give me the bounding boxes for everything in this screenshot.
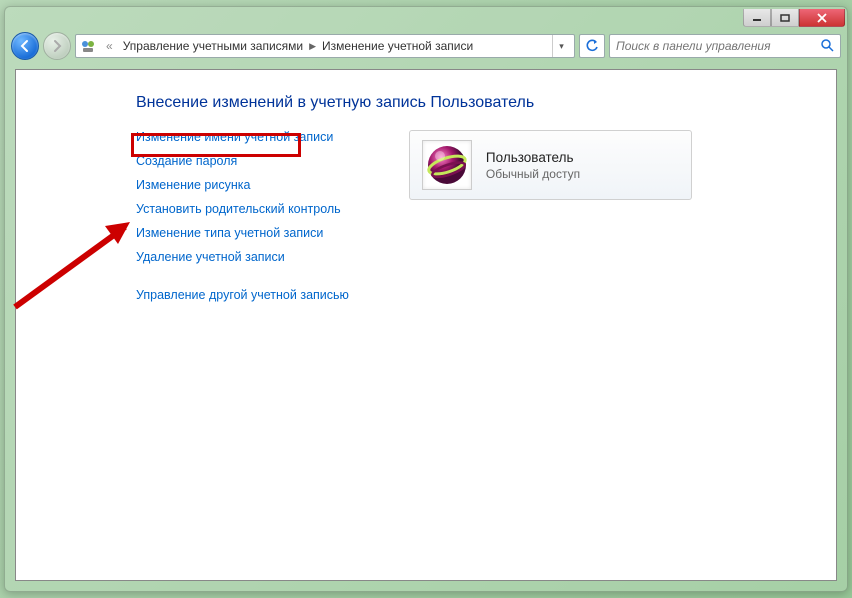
control-panel-icon [80, 38, 96, 54]
breadcrumb-separator-icon: ▶ [309, 41, 316, 52]
link-manage-other[interactable]: Управление другой учетной записью [136, 288, 349, 302]
arrow-left-icon [18, 39, 32, 53]
action-links: Изменение имени учетной записи Создание … [136, 130, 349, 302]
search-input[interactable] [616, 39, 816, 53]
close-button[interactable] [799, 9, 845, 27]
titlebar [5, 7, 847, 29]
forward-button[interactable] [43, 32, 71, 60]
maximize-icon [780, 14, 790, 22]
page-title: Внесение изменений в учетную запись Поль… [136, 94, 836, 112]
link-change-picture[interactable]: Изменение рисунка [136, 178, 349, 192]
avatar [422, 140, 472, 190]
window-frame: « Управление учетными записями ▶ Изменен… [4, 6, 848, 592]
link-delete-account[interactable]: Удаление учетной записи [136, 250, 349, 264]
refresh-icon [585, 39, 599, 53]
arrow-right-icon [50, 39, 64, 53]
navbar: « Управление учетными записями ▶ Изменен… [5, 29, 847, 63]
link-change-name[interactable]: Изменение имени учетной записи [136, 130, 349, 144]
search-icon [820, 38, 834, 55]
search-box[interactable] [609, 34, 841, 58]
breadcrumb-level2[interactable]: Изменение учетной записи [322, 39, 473, 53]
content-pane: Внесение изменений в учетную запись Поль… [15, 69, 837, 581]
link-change-type[interactable]: Изменение типа учетной записи [136, 226, 349, 240]
address-bar[interactable]: « Управление учетными записями ▶ Изменен… [75, 34, 575, 58]
link-parental-controls[interactable]: Установить родительский контроль [136, 202, 349, 216]
breadcrumb-prefix: « [102, 39, 117, 53]
user-type: Обычный доступ [486, 167, 580, 181]
minimize-button[interactable] [743, 9, 771, 27]
user-card: Пользователь Обычный доступ [409, 130, 692, 200]
close-icon [816, 13, 828, 23]
breadcrumb-level1[interactable]: Управление учетными записями [123, 39, 303, 53]
user-name: Пользователь [486, 150, 580, 165]
refresh-button[interactable] [579, 34, 605, 58]
maximize-button[interactable] [771, 9, 799, 27]
back-button[interactable] [11, 32, 39, 60]
address-dropdown[interactable]: ▾ [552, 35, 570, 57]
link-create-password[interactable]: Создание пароля [136, 154, 349, 168]
user-info: Пользователь Обычный доступ [486, 150, 580, 181]
avatar-sphere-icon [425, 143, 469, 187]
minimize-icon [752, 14, 762, 22]
